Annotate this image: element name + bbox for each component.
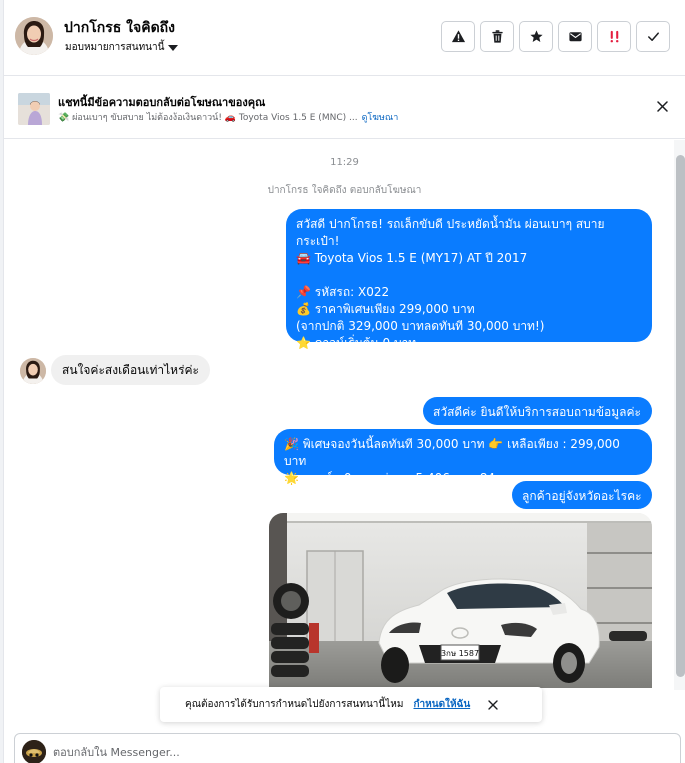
follow-up-button[interactable]	[597, 21, 631, 52]
reply-composer	[14, 733, 681, 763]
close-banner-button[interactable]	[654, 98, 670, 114]
car-photo-attachment[interactable]: 3กษ 1587	[269, 513, 652, 688]
close-icon	[656, 100, 668, 112]
contact-name: ปากโกรธ ใจคิดถึง	[64, 20, 175, 36]
ad-reply-notice: ปากโกรธ ใจคิดถึง ตอบกลับโฆษณา	[267, 185, 422, 196]
assign-to-me-link[interactable]: กำหนดให้ฉัน	[413, 697, 470, 712]
message-timestamp: 11:29	[330, 157, 359, 168]
caret-down-icon	[168, 44, 179, 51]
delete-button[interactable]	[480, 21, 514, 52]
star-icon	[529, 30, 543, 42]
warning-icon	[451, 30, 465, 43]
view-ad-link[interactable]: ดูโฆษณา	[362, 110, 399, 124]
check-icon	[647, 32, 659, 41]
outgoing-message[interactable]: สวัสดีค่ะ ยินดีให้บริการสอบถามข้อมูลค่ะ	[423, 397, 652, 425]
outgoing-message[interactable]: สวัสดี ปากโกรธ! รถเล็กขับดี ประหยัดน้ำมั…	[286, 209, 652, 350]
spam-warning-button[interactable]	[441, 21, 475, 52]
ad-banner-subtitle: 💸 ผ่อนเบาๆ ขับสบาย ไม่ต้องง้อเงินดาวน์! …	[58, 110, 398, 124]
thread-scrollbar-thumb[interactable]	[676, 155, 685, 677]
mail-icon	[568, 32, 582, 42]
outgoing-message[interactable]: 🎉 พิเศษจองวันนี้ลดทันที 30,000 บาท 👉 เหล…	[274, 429, 652, 485]
ad-snippet: 💸 ผ่อนเบาๆ ขับสบาย ไม่ต้องง้อเงินดาวน์! …	[58, 113, 358, 123]
assign-conversation-dropdown[interactable]: มอบหมายการสนทนานี้	[65, 40, 179, 55]
header-actions	[441, 21, 670, 52]
ad-reply-banner: แชทนี้มีข้อความตอบกลับต่อโฆษณาของคุณ 💸 ผ…	[4, 76, 685, 139]
outgoing-message[interactable]: ลูกค้าอยู่จังหวัดอะไรคะ	[512, 481, 652, 509]
incoming-message[interactable]: สนใจค่ะสงเดือนเท่าไหร่ค่ะ	[51, 355, 210, 385]
conversation-header: ปากโกรธ ใจคิดถึง มอบหมายการสนทนานี้	[4, 0, 685, 76]
sender-avatar	[20, 358, 46, 384]
assign-label: มอบหมายการสนทนานี้	[65, 42, 165, 53]
page-avatar	[22, 740, 46, 763]
star-button[interactable]	[519, 21, 553, 52]
assign-prompt-text: คุณต้องการได้รับการกำหนดไปยังการสนทนานี้…	[185, 699, 404, 710]
message-thread[interactable]: 11:29 ปากโกรธ ใจคิดถึง ตอบกลับโฆษณา สวัส…	[4, 140, 685, 730]
mark-done-button[interactable]	[636, 21, 670, 52]
contact-avatar[interactable]	[15, 17, 53, 55]
reply-input[interactable]	[53, 740, 653, 763]
ad-thumbnail[interactable]	[18, 93, 50, 125]
dismiss-toast-button[interactable]	[486, 698, 500, 712]
trash-icon	[491, 30, 503, 43]
license-plate-text: 3กษ 1587	[441, 649, 479, 658]
close-icon	[488, 699, 498, 710]
assign-prompt-toast: คุณต้องการได้รับการกำหนดไปยังการสนทนานี้…	[160, 687, 542, 722]
ad-banner-title: แชทนี้มีข้อความตอบกลับต่อโฆษณาของคุณ	[58, 96, 266, 109]
mark-unread-button[interactable]	[558, 21, 592, 52]
follow-up-icon	[610, 30, 618, 43]
